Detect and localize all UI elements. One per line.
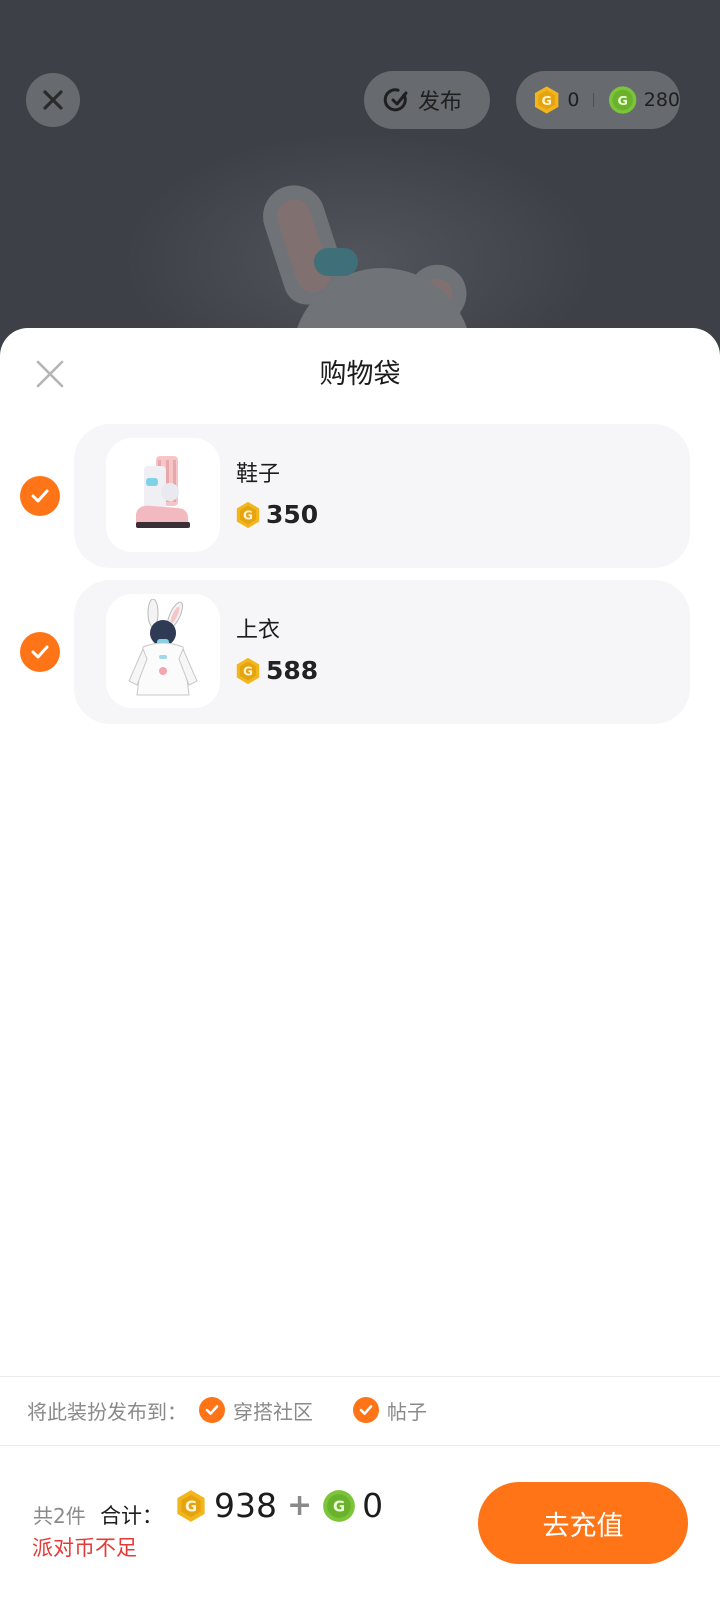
coin-balance[interactable]: G 0 G 280 bbox=[516, 71, 680, 129]
option-checkbox[interactable] bbox=[199, 1397, 225, 1423]
svg-text:G: G bbox=[541, 93, 551, 108]
gold-coin-count: 0 bbox=[567, 89, 580, 111]
checkout-footer: 共2件 合计： G 938 + G 0 派对币不足 去充值 bbox=[0, 1446, 720, 1600]
publish-to-label: 将此装扮发布到： bbox=[27, 1399, 187, 1424]
gold-total: 938 bbox=[214, 1486, 277, 1525]
avatar-bow bbox=[314, 248, 358, 276]
item-thumbnail bbox=[106, 438, 220, 552]
publish-option-outfit-community[interactable]: 穿搭社区 bbox=[199, 1396, 313, 1425]
item-card[interactable]: 鞋子 G 350 bbox=[74, 424, 690, 568]
recharge-button[interactable]: 去充值 bbox=[478, 1482, 688, 1564]
item-price-value: 588 bbox=[266, 656, 319, 685]
checkmark-icon bbox=[359, 1405, 373, 1415]
green-coin-count: 280 bbox=[643, 89, 680, 111]
total-label: 合计： bbox=[100, 1504, 163, 1528]
item-thumbnail bbox=[106, 594, 220, 708]
checkmark-icon bbox=[31, 489, 49, 503]
svg-text:G: G bbox=[243, 508, 253, 522]
gold-coin-icon: G bbox=[534, 86, 559, 114]
svg-text:G: G bbox=[333, 1498, 345, 1515]
svg-text:G: G bbox=[243, 664, 253, 678]
option-checkbox[interactable] bbox=[353, 1397, 379, 1423]
bunny-hoodie-icon bbox=[128, 599, 198, 696]
option-label: 帖子 bbox=[387, 1399, 427, 1424]
item-count: 共2件 bbox=[33, 1504, 86, 1528]
publish-option-post[interactable]: 帖子 bbox=[353, 1396, 427, 1425]
shoes-icon bbox=[136, 456, 190, 528]
option-label: 穿搭社区 bbox=[233, 1399, 313, 1424]
item-card[interactable]: 上衣 G 588 bbox=[74, 580, 690, 724]
cart-item: 鞋子 G 350 bbox=[0, 424, 720, 568]
avatar-preview-background bbox=[0, 0, 720, 360]
item-checkbox[interactable] bbox=[20, 632, 60, 672]
item-price-value: 350 bbox=[266, 500, 319, 529]
green-coin-icon: G bbox=[609, 86, 637, 114]
insufficient-coins-warning: 派对币不足 bbox=[32, 1536, 137, 1560]
item-name: 上衣 bbox=[236, 618, 281, 643]
publish-button[interactable]: 发布 bbox=[364, 71, 490, 129]
close-preview-button[interactable] bbox=[26, 73, 80, 127]
green-total: 0 bbox=[362, 1486, 384, 1525]
item-price: G 588 bbox=[234, 656, 318, 685]
publish-to-bar: 将此装扮发布到： 穿搭社区 帖子 bbox=[0, 1376, 720, 1444]
cart-item: 上衣 G 588 bbox=[0, 580, 720, 724]
coin-divider bbox=[593, 93, 595, 107]
publish-label: 发布 bbox=[418, 90, 463, 115]
green-coin-icon: G bbox=[323, 1489, 356, 1522]
gold-coin-icon: G bbox=[177, 1489, 205, 1522]
publish-icon bbox=[383, 88, 408, 112]
close-icon bbox=[43, 90, 63, 110]
item-name: 鞋子 bbox=[236, 462, 281, 487]
sheet-title: 购物袋 bbox=[319, 359, 401, 390]
total-value: G 938 + G 0 bbox=[174, 1486, 383, 1525]
checkmark-icon bbox=[31, 645, 49, 659]
item-checkbox[interactable] bbox=[20, 476, 60, 516]
item-price: G 350 bbox=[234, 500, 318, 529]
gold-coin-icon: G bbox=[236, 657, 260, 684]
gold-coin-icon: G bbox=[236, 501, 260, 528]
checkmark-icon bbox=[205, 1405, 219, 1415]
plus-sign: + bbox=[287, 1488, 313, 1523]
svg-text:G: G bbox=[618, 93, 628, 108]
svg-text:G: G bbox=[185, 1498, 197, 1515]
